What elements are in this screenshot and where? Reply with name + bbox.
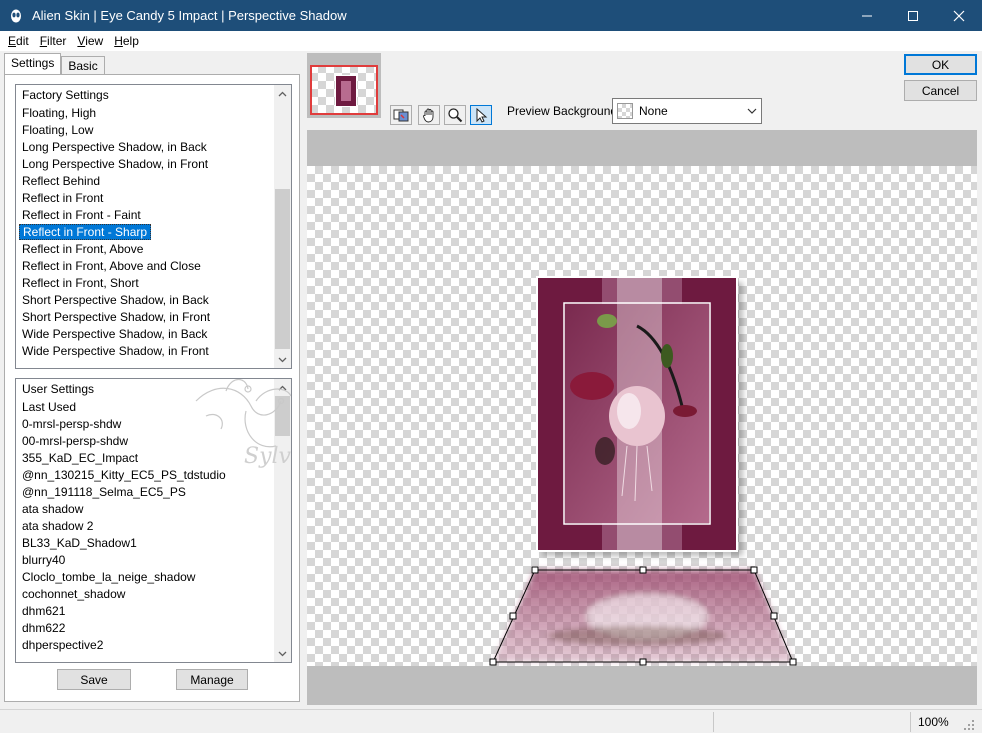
factory-setting-item[interactable]: Reflect in Front - Sharp	[16, 224, 291, 241]
preview-compare-icon	[393, 109, 409, 122]
factory-setting-item[interactable]: Reflect Behind	[16, 173, 291, 190]
arrow-pointer-icon	[476, 107, 488, 123]
factory-setting-item[interactable]: Short Perspective Shadow, in Back	[16, 292, 291, 309]
factory-list-scrollbar[interactable]	[274, 85, 291, 368]
user-setting-item[interactable]: dhm621	[16, 603, 291, 620]
preview-area[interactable]	[307, 130, 977, 705]
factory-setting-item[interactable]: Long Perspective Shadow, in Back	[16, 139, 291, 156]
zoom-level: 100%	[918, 715, 949, 729]
user-setting-item[interactable]: cochonnet_shadow	[16, 586, 291, 603]
factory-setting-item[interactable]: Reflect in Front, Above and Close	[16, 258, 291, 275]
user-setting-item[interactable]: blurry40	[16, 552, 291, 569]
factory-setting-item[interactable]: Short Perspective Shadow, in Front	[16, 309, 291, 326]
manage-button[interactable]: Manage	[176, 669, 248, 690]
user-settings-list[interactable]: User Settings Last Used 0-mrsl-persp-shdw…	[15, 378, 292, 663]
preview-background-label: Preview Background:	[507, 104, 621, 118]
user-setting-item[interactable]: BL33_KaD_Shadow1	[16, 535, 291, 552]
minimize-button[interactable]	[844, 0, 890, 31]
preview-canvas[interactable]	[307, 166, 977, 666]
magnifier-icon	[448, 108, 463, 123]
zoom-tool-button[interactable]	[444, 105, 466, 125]
save-button[interactable]: Save	[57, 669, 131, 690]
watermark-floral-ornament: Sylviane	[195, 379, 292, 469]
menu-help[interactable]: Help	[110, 34, 143, 48]
factory-setting-item[interactable]: Wide Perspective Shadow, in Back	[16, 326, 291, 343]
cancel-button[interactable]: Cancel	[904, 80, 977, 101]
tab-basic[interactable]: Basic	[61, 56, 105, 74]
settings-tabs: Settings Basic	[4, 53, 105, 74]
factory-settings-header: Factory Settings	[22, 88, 109, 102]
background-swatch	[617, 103, 633, 119]
user-setting-item[interactable]: @nn_191118_Selma_EC5_PS	[16, 484, 291, 501]
factory-setting-item[interactable]: Reflect in Front, Above	[16, 241, 291, 258]
factory-setting-item[interactable]: Floating, Low	[16, 122, 291, 139]
navigator-image-thumb	[335, 75, 357, 107]
maximize-button[interactable]	[890, 0, 936, 31]
pan-tool-button[interactable]	[418, 105, 440, 125]
select-tool-button[interactable]	[470, 105, 492, 125]
user-setting-item[interactable]: dhm622	[16, 620, 291, 637]
title-bar: Alien Skin | Eye Candy 5 Impact | Perspe…	[0, 0, 982, 31]
factory-settings-list[interactable]: Factory Settings Floating, High Floating,…	[15, 84, 292, 369]
factory-scroll-thumb[interactable]	[275, 189, 290, 349]
watermark-signature: Sylviane	[244, 444, 292, 469]
factory-settings-items: Floating, High Floating, Low Long Perspect…	[16, 105, 291, 360]
scroll-down-icon[interactable]	[274, 351, 291, 368]
factory-setting-item[interactable]: Reflect in Front, Short	[16, 275, 291, 292]
factory-setting-item[interactable]: Floating, High	[16, 105, 291, 122]
alien-skin-app-icon[interactable]	[8, 8, 24, 24]
close-button[interactable]	[936, 0, 982, 31]
chevron-down-icon	[743, 108, 761, 114]
factory-setting-item[interactable]: Long Perspective Shadow, in Front	[16, 156, 291, 173]
navigator-thumbnail[interactable]	[307, 53, 381, 118]
preview-image	[489, 276, 797, 666]
picture-frame	[536, 276, 738, 552]
settings-panel: Factory Settings Floating, High Floating,…	[4, 74, 300, 702]
user-setting-item[interactable]: ata shadow	[16, 501, 291, 518]
hand-icon	[423, 108, 434, 123]
scroll-down-icon[interactable]	[274, 645, 291, 662]
scroll-up-icon[interactable]	[274, 85, 291, 102]
user-setting-item[interactable]: dhperspective2	[16, 637, 291, 654]
window-title: Alien Skin | Eye Candy 5 Impact | Perspe…	[32, 8, 347, 23]
menu-filter[interactable]: Filter	[36, 34, 71, 48]
user-setting-item[interactable]: Cloclo_tombe_la_neige_shadow	[16, 569, 291, 586]
menu-view[interactable]: View	[73, 34, 107, 48]
menu-edit[interactable]: Edit	[4, 34, 33, 48]
preview-toggle-button[interactable]	[390, 105, 412, 125]
ok-button[interactable]: OK	[904, 54, 977, 75]
reflection-shadow	[493, 570, 793, 662]
factory-setting-item[interactable]: Wide Perspective Shadow, in Front	[16, 343, 291, 360]
factory-setting-item[interactable]: Reflect in Front - Faint	[16, 207, 291, 224]
factory-setting-item[interactable]: Reflect in Front	[16, 190, 291, 207]
preview-background-select[interactable]: None	[612, 98, 762, 124]
menu-bar: Edit Filter View Help	[0, 31, 982, 51]
status-bar: 100%	[0, 709, 982, 733]
preview-background-value: None	[639, 104, 668, 118]
tab-settings[interactable]: Settings	[4, 53, 62, 74]
resize-grip-icon[interactable]	[962, 718, 976, 732]
user-setting-item[interactable]: ata shadow 2	[16, 518, 291, 535]
